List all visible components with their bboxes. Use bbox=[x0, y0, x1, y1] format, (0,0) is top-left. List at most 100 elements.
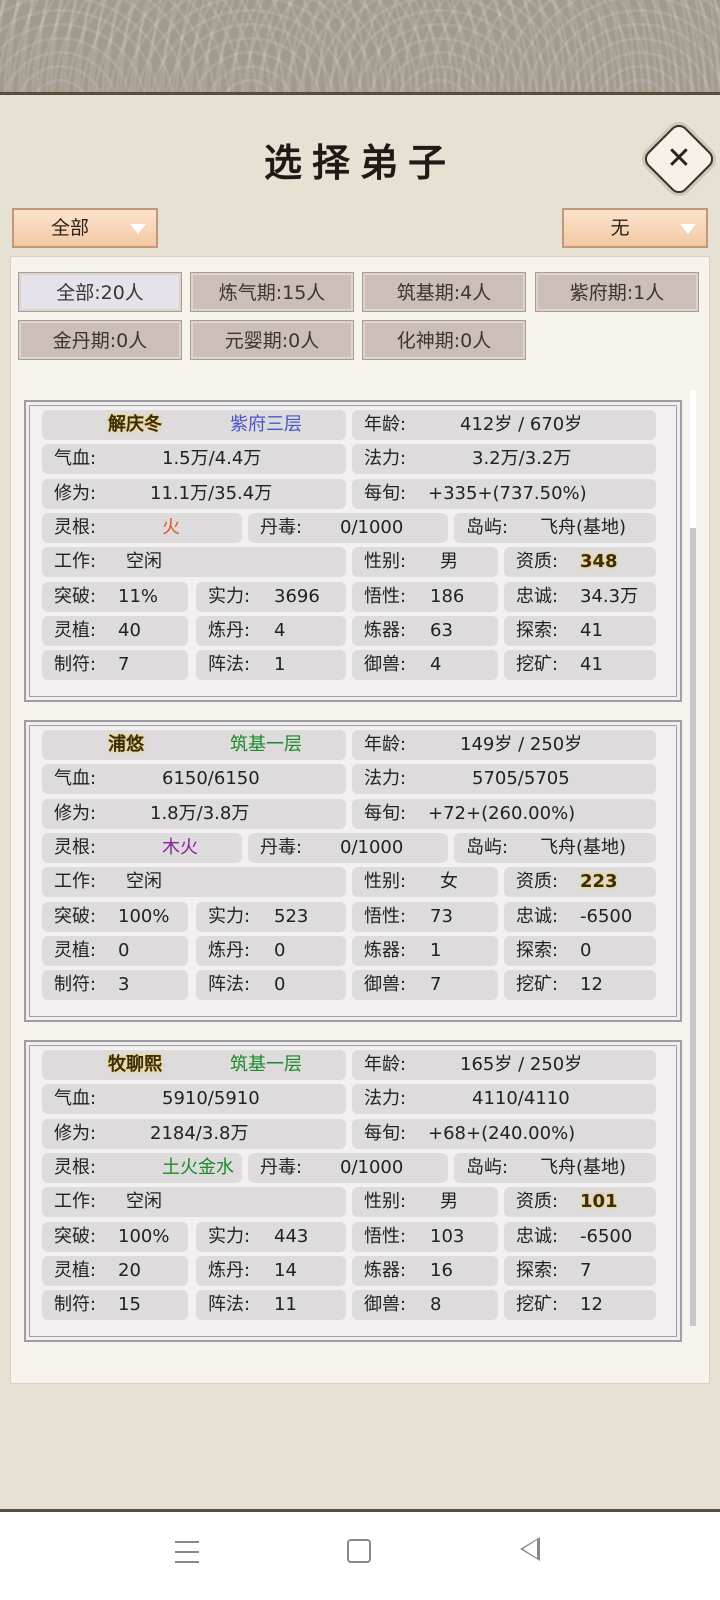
menu-icon[interactable] bbox=[175, 1541, 199, 1563]
stat-value: 3.2万/3.2万 bbox=[472, 448, 572, 470]
stat-gender: 性别: 女 bbox=[352, 867, 498, 898]
stat-label: 工作: bbox=[54, 1191, 97, 1213]
stat-label: 岛屿: bbox=[466, 836, 509, 858]
stat-talisman: 制符: 3 bbox=[42, 970, 188, 1001]
stat-explore: 探索: 7 bbox=[504, 1255, 656, 1286]
home-icon[interactable] bbox=[347, 1539, 371, 1563]
disciple-card[interactable]: 浦悠 筑基一层 年龄: 149岁 / 250岁 气血: 6150/6150 法力: 5705/… bbox=[24, 720, 682, 1022]
stat-label: 年龄: bbox=[364, 734, 407, 755]
stat-label: 炼器: bbox=[364, 939, 407, 961]
stat-label: 灵根: bbox=[54, 1156, 97, 1178]
stat-smith: 炼器: 16 bbox=[352, 1255, 498, 1286]
stat-strength: 实力: 523 bbox=[196, 901, 346, 932]
stat-value: 15 bbox=[118, 1294, 141, 1316]
stat-value: 149岁 / 250岁 bbox=[460, 734, 583, 755]
stat-label: 挖矿: bbox=[516, 1294, 559, 1316]
stat-talisman: 制符: 7 bbox=[42, 650, 188, 681]
stat-root: 灵根: 木火 bbox=[42, 832, 242, 863]
stat-value: 523 bbox=[274, 905, 309, 927]
filter-all[interactable]: 全部:20人 bbox=[18, 272, 182, 312]
stat-value: 男 bbox=[440, 1191, 458, 1213]
filter-lianqi[interactable]: 炼气期:15人 bbox=[190, 272, 354, 312]
stat-mana: 法力: 4110/4110 bbox=[352, 1084, 656, 1115]
stat-value: 4 bbox=[274, 619, 286, 641]
stat-label: 炼丹: bbox=[208, 619, 251, 641]
stat-value: 空闲 bbox=[126, 551, 162, 573]
stat-cultivation: 修为: 2184/3.8万 bbox=[42, 1118, 346, 1149]
stat-label: 制符: bbox=[54, 654, 97, 676]
stat-value: 4 bbox=[430, 654, 442, 676]
stat-label: 法力: bbox=[364, 768, 407, 790]
stat-root: 灵根: 土火金水 bbox=[42, 1152, 242, 1183]
stat-value: 7 bbox=[430, 974, 442, 996]
stat-alchemy: 炼丹: 4 bbox=[196, 615, 346, 646]
stat-label: 忠诚: bbox=[516, 585, 559, 607]
stat-value: 63 bbox=[430, 619, 453, 641]
filter-zifu[interactable]: 紫府期:1人 bbox=[535, 272, 699, 312]
stat-work: 工作: 空闲 bbox=[42, 547, 346, 578]
stat-root: 灵根: 火 bbox=[42, 512, 242, 543]
back-icon[interactable] bbox=[520, 1537, 540, 1561]
stat-quality: 资质: 348 bbox=[504, 547, 656, 578]
stat-label: 灵根: bbox=[54, 836, 97, 858]
stat-label: 气血: bbox=[54, 768, 97, 790]
stat-value: 1 bbox=[430, 939, 442, 961]
stat-breakthrough: 突破: 100% bbox=[42, 901, 188, 932]
disciple-card[interactable]: 牧聊熙 筑基一层 年龄: 165岁 / 250岁 气血: 5910/5910 法力: 4110… bbox=[24, 1040, 682, 1342]
scroll-thumb[interactable] bbox=[690, 390, 696, 528]
stat-value: 165岁 / 250岁 bbox=[460, 1054, 583, 1075]
stat-explore: 探索: 0 bbox=[504, 935, 656, 966]
stat-value: 11.1万/35.4万 bbox=[150, 482, 273, 504]
filter-yuanying[interactable]: 元婴期:0人 bbox=[190, 320, 354, 360]
stat-per_turn: 每旬: +72+(260.00%) bbox=[352, 798, 656, 829]
disciple-name-realm: 浦悠 筑基一层 bbox=[42, 730, 346, 760]
stat-value: 100% bbox=[118, 1225, 170, 1247]
stat-value: 飞舟(基地) bbox=[540, 836, 627, 858]
stat-value: -6500 bbox=[580, 905, 633, 927]
stat-label: 每旬: bbox=[364, 802, 407, 824]
filter-dropdown-left[interactable]: 全部 bbox=[12, 208, 158, 248]
stat-value: 186 bbox=[430, 585, 465, 607]
stat-beast: 御兽: 7 bbox=[352, 970, 498, 1001]
stat-work: 工作: 空闲 bbox=[42, 867, 346, 898]
stat-value: 100% bbox=[118, 905, 170, 927]
stat-strength: 实力: 3696 bbox=[196, 581, 346, 612]
stat-per_turn: 每旬: +68+(240.00%) bbox=[352, 1118, 656, 1149]
dropdown-right-label: 无 bbox=[610, 217, 630, 239]
disciple-name-realm: 牧聊熙 筑基一层 bbox=[42, 1050, 346, 1080]
stat-label: 探索: bbox=[516, 619, 559, 641]
stat-value: 443 bbox=[274, 1225, 309, 1247]
disciple-name: 浦悠 bbox=[108, 734, 144, 755]
filter-huashen[interactable]: 化神期:0人 bbox=[362, 320, 526, 360]
sort-dropdown-right[interactable]: 无 bbox=[562, 208, 708, 248]
scrollbar[interactable] bbox=[690, 390, 696, 1326]
stat-label: 突破: bbox=[54, 1225, 97, 1247]
stat-value: +68+(240.00%) bbox=[428, 1122, 576, 1144]
stat-label: 每旬: bbox=[364, 1122, 407, 1144]
stat-value: 8 bbox=[430, 1294, 442, 1316]
stat-plant: 灵植: 20 bbox=[42, 1255, 188, 1286]
stat-label: 突破: bbox=[54, 585, 97, 607]
stat-label: 御兽: bbox=[364, 654, 407, 676]
stat-label: 炼丹: bbox=[208, 939, 251, 961]
stat-value: 7 bbox=[118, 654, 130, 676]
stat-value: -6500 bbox=[580, 1225, 633, 1247]
stat-value: 73 bbox=[430, 905, 453, 927]
stat-value: 14 bbox=[274, 1259, 297, 1281]
stat-value: 0 bbox=[580, 939, 592, 961]
top-decoration bbox=[0, 0, 720, 100]
filter-jindan[interactable]: 金丹期:0人 bbox=[18, 320, 182, 360]
stat-label: 性别: bbox=[364, 1191, 407, 1213]
stat-value: 火 bbox=[162, 516, 180, 538]
chevron-down-icon bbox=[680, 224, 696, 234]
stat-label: 气血: bbox=[54, 1088, 97, 1110]
stat-formation: 阵法: 0 bbox=[196, 970, 346, 1001]
stat-hp: 气血: 6150/6150 bbox=[42, 764, 346, 795]
filter-zhuji[interactable]: 筑基期:4人 bbox=[362, 272, 526, 312]
disciple-card[interactable]: 解庆冬 紫府三层 年龄: 412岁 / 670岁 气血: 1.5万/4.4万 法力: 3.2万… bbox=[24, 400, 682, 702]
stat-hp: 气血: 1.5万/4.4万 bbox=[42, 444, 346, 475]
stat-quality: 资质: 223 bbox=[504, 867, 656, 898]
stat-gender: 性别: 男 bbox=[352, 547, 498, 578]
stat-label: 悟性: bbox=[364, 1225, 407, 1247]
stat-label: 性别: bbox=[364, 551, 407, 573]
